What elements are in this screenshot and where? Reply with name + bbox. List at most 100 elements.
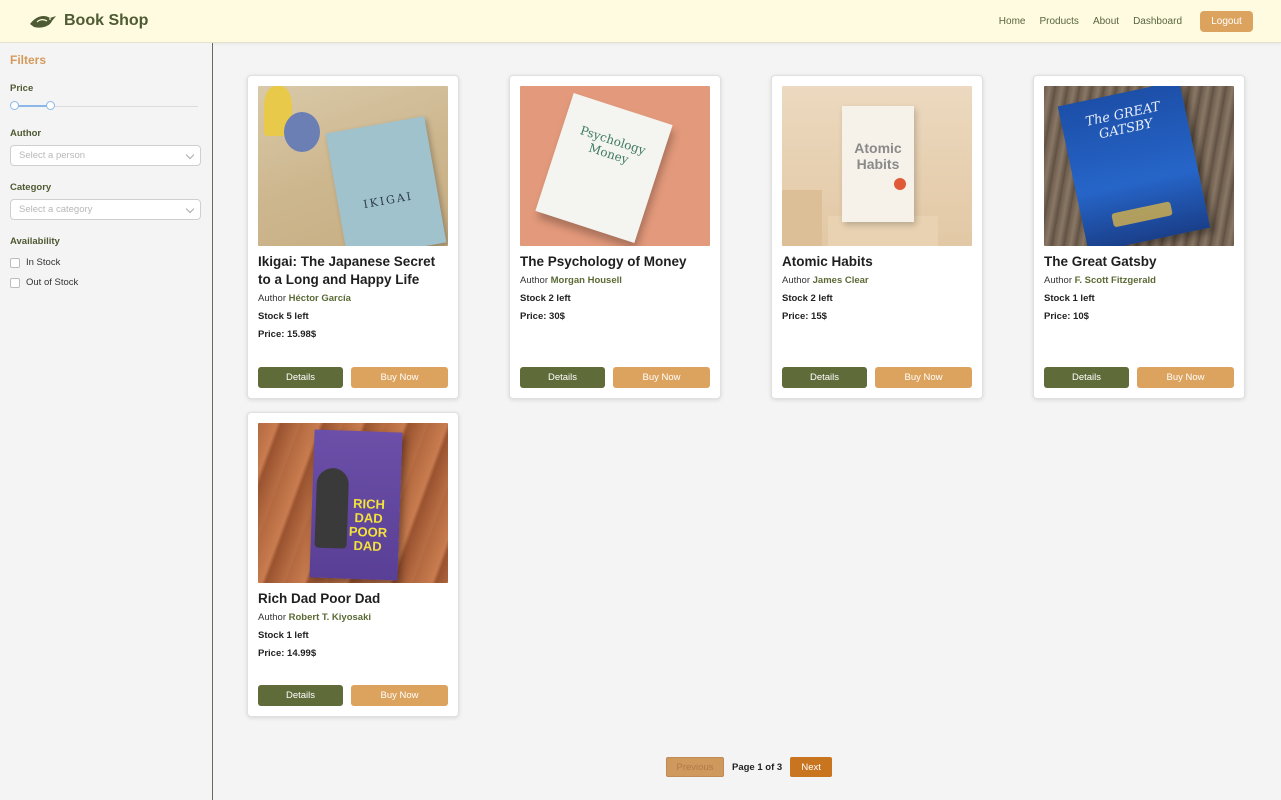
top-navbar: Book Shop Home Products About Dashboard …: [0, 0, 1281, 43]
book-cover-image[interactable]: RICH DAD POOR DAD: [258, 423, 448, 583]
brand-name: Book Shop: [64, 12, 149, 29]
book-cover-image[interactable]: IKIGAI: [258, 86, 448, 246]
book-shape: The GREAT GATSBY: [1057, 86, 1211, 246]
stock-text: Stock 1 left: [1044, 293, 1095, 304]
author-prefix: Author: [258, 293, 286, 304]
author-line: Author James Clear: [782, 275, 972, 286]
price-slider[interactable]: [10, 100, 198, 114]
stock-text: Stock 1 left: [258, 630, 309, 641]
book-cover-image[interactable]: Psychology Money: [520, 86, 710, 246]
price-label: Price: [10, 83, 34, 94]
card-actions: Details Buy Now: [520, 367, 710, 388]
buy-now-button[interactable]: Buy Now: [613, 367, 710, 388]
product-card: RICH DAD POOR DAD Rich Dad Poor Dad Auth…: [247, 412, 459, 717]
product-card: Psychology Money The Psychology of Money…: [509, 75, 721, 399]
product-card: The GREAT GATSBY The Great Gatsby Author…: [1033, 75, 1245, 399]
nav-products[interactable]: Products: [1039, 16, 1078, 27]
author-line: Author Robert T. Kiyosaki: [258, 612, 448, 623]
price-text: Price: 15.98$: [258, 329, 317, 340]
details-button[interactable]: Details: [1044, 367, 1129, 388]
book-cover-image[interactable]: Atomic Habits: [782, 86, 972, 246]
in-stock-checkbox[interactable]: [10, 257, 20, 268]
category-select[interactable]: Select a category: [10, 199, 201, 220]
author-name[interactable]: Robert T. Kiyosaki: [289, 612, 371, 623]
author-select-placeholder: Select a person: [19, 150, 86, 161]
author-label: Author: [10, 128, 42, 139]
filters-sidebar: Filters Price Author Select a person Cat…: [0, 43, 213, 800]
cover-title: IKIGAI: [362, 189, 414, 212]
price-text: Price: 15$: [782, 311, 827, 322]
author-select[interactable]: Select a person: [10, 145, 201, 166]
nav-home[interactable]: Home: [999, 16, 1026, 27]
price-text: Price: 10$: [1044, 311, 1089, 322]
slider-max-handle[interactable]: [46, 101, 55, 110]
author-prefix: Author: [782, 275, 810, 286]
book-cover-image[interactable]: The GREAT GATSBY: [1044, 86, 1234, 246]
author-prefix: Author: [258, 612, 286, 623]
card-actions: Details Buy Now: [1044, 367, 1234, 388]
badge-decoration: [894, 178, 906, 190]
author-name[interactable]: Morgan Housell: [551, 275, 622, 286]
buy-now-button[interactable]: Buy Now: [351, 367, 448, 388]
logout-button[interactable]: Logout: [1200, 10, 1253, 32]
main-nav: Home Products About Dashboard Logout: [985, 10, 1253, 32]
cover-title: Atomic Habits: [854, 140, 902, 172]
filters-title: Filters: [10, 53, 47, 67]
vase-decoration: [284, 112, 320, 152]
stock-text: Stock 5 left: [258, 311, 309, 322]
pagination: Previous Page 1 of 3 Next: [666, 757, 833, 777]
author-name[interactable]: F. Scott Fitzgerald: [1075, 275, 1156, 286]
buy-now-button[interactable]: Buy Now: [351, 685, 448, 706]
card-actions: Details Buy Now: [258, 367, 448, 388]
author-name[interactable]: James Clear: [813, 275, 869, 286]
details-button[interactable]: Details: [258, 685, 343, 706]
author-line: Author F. Scott Fitzgerald: [1044, 275, 1234, 286]
author-photo-decoration: [314, 467, 350, 549]
city-lights-decoration: [1111, 201, 1173, 228]
details-button[interactable]: Details: [258, 367, 343, 388]
details-button[interactable]: Details: [520, 367, 605, 388]
details-button[interactable]: Details: [782, 367, 867, 388]
cover-title: Psychology Money: [578, 123, 648, 167]
out-of-stock-checkbox[interactable]: [10, 277, 20, 288]
block-decoration: [782, 190, 822, 246]
buy-now-button[interactable]: Buy Now: [1137, 367, 1234, 388]
category-select-placeholder: Select a category: [19, 204, 93, 215]
previous-page-button[interactable]: Previous: [666, 757, 724, 777]
book-title: Ikigai: The Japanese Secret to a Long an…: [258, 254, 436, 287]
product-card: Atomic Habits Atomic Habits Author James…: [771, 75, 983, 399]
book-title: Rich Dad Poor Dad: [258, 591, 381, 606]
author-line: Author Morgan Housell: [520, 275, 710, 286]
availability-label: Availability: [10, 236, 60, 247]
product-card: IKIGAI Ikigai: The Japanese Secret to a …: [247, 75, 459, 399]
nav-dashboard[interactable]: Dashboard: [1133, 16, 1182, 27]
out-of-stock-option[interactable]: Out of Stock: [10, 277, 202, 288]
stock-text: Stock 2 left: [520, 293, 571, 304]
in-stock-option[interactable]: In Stock: [10, 257, 202, 268]
author-line: Author Héctor García: [258, 293, 448, 304]
book-shape: Atomic Habits: [842, 106, 914, 222]
book-shape: Psychology Money: [535, 92, 673, 244]
book-title: Atomic Habits: [782, 254, 873, 269]
slider-min-handle[interactable]: [10, 101, 19, 110]
book-shape: IKIGAI: [325, 116, 447, 246]
chevron-down-icon: [185, 204, 195, 214]
author-prefix: Author: [520, 275, 548, 286]
buy-now-button[interactable]: Buy Now: [875, 367, 972, 388]
author-name[interactable]: Héctor García: [289, 293, 351, 304]
stock-text: Stock 2 left: [782, 293, 833, 304]
next-page-button[interactable]: Next: [790, 757, 833, 777]
brand[interactable]: Book Shop: [28, 10, 148, 32]
page-info: Page 1 of 3: [732, 761, 783, 773]
author-prefix: Author: [1044, 275, 1072, 286]
price-text: Price: 14.99$: [258, 648, 317, 659]
book-title: The Psychology of Money: [520, 254, 687, 269]
price-text: Price: 30$: [520, 311, 565, 322]
in-stock-label: In Stock: [26, 257, 61, 268]
category-label: Category: [10, 182, 52, 193]
card-actions: Details Buy Now: [258, 685, 448, 706]
cover-title: The GREAT GATSBY: [1084, 99, 1162, 143]
book-title: The Great Gatsby: [1044, 254, 1157, 269]
nav-about[interactable]: About: [1093, 16, 1119, 27]
out-of-stock-label: Out of Stock: [26, 277, 79, 288]
